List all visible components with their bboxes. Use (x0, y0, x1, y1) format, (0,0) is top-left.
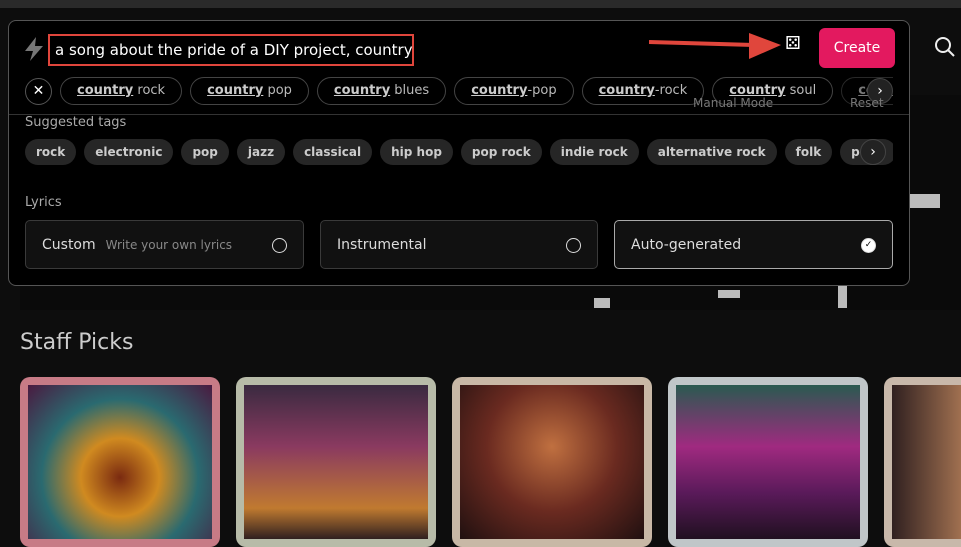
style-chip[interactable]: country pop (190, 77, 309, 105)
bg-bar (594, 298, 610, 308)
lyrics-label: Lyrics (25, 195, 62, 210)
option-label: Custom (42, 236, 96, 253)
lyrics-custom-option[interactable]: Custom Write your own lyrics (25, 220, 304, 269)
tag[interactable]: pop (181, 139, 229, 165)
style-chip[interactable]: country-rock (581, 77, 705, 105)
create-button[interactable]: Create (819, 28, 895, 68)
staff-pick-card[interactable] (20, 377, 220, 547)
lightning-icon (25, 37, 43, 61)
chip-bold: country (598, 83, 655, 98)
tag[interactable]: classical (293, 139, 373, 165)
option-label: Auto-generated (631, 236, 742, 253)
tag[interactable]: indie rock (549, 139, 639, 165)
tag[interactable]: jazz (236, 139, 286, 165)
style-chip[interactable]: country-pop (454, 77, 574, 105)
card-artwork (244, 385, 428, 539)
tag[interactable]: pop rock (460, 139, 542, 165)
chip-bold: country (333, 83, 391, 98)
tags-next-chevron-icon[interactable]: › (860, 139, 886, 165)
search-icon[interactable] (934, 36, 956, 58)
tag[interactable]: folk (784, 139, 833, 165)
chip-rest: -rock (654, 83, 688, 98)
prompt-input[interactable]: a song about the pride of a DIY project,… (48, 34, 414, 66)
chip-bold: country (207, 83, 264, 98)
chip-rest: blues (390, 83, 430, 98)
option-label: Instrumental (337, 236, 427, 253)
tag[interactable]: alternative rock (646, 139, 777, 165)
tag[interactable]: electronic (84, 139, 174, 165)
card-artwork (676, 385, 860, 539)
check-radio-icon[interactable]: ✓ (861, 238, 876, 253)
card-artwork (892, 385, 961, 539)
annotation-arrow (649, 33, 781, 59)
staff-pick-card[interactable] (236, 377, 436, 547)
style-chip[interactable]: country rock (60, 77, 183, 105)
chip-rest: soul (785, 83, 817, 98)
chip-rest: pop (263, 83, 292, 98)
staff-picks-heading: Staff Picks (20, 330, 134, 355)
style-chip[interactable]: country blues (316, 77, 447, 105)
card-artwork (28, 385, 212, 539)
suggested-tags: rock electronic pop jazz classical hip h… (25, 139, 893, 165)
chip-bold: country (471, 83, 528, 98)
option-sub: Write your own lyrics (105, 237, 233, 252)
chip-bold: country (77, 83, 134, 98)
bg-bar (908, 194, 940, 208)
top-bar (0, 0, 961, 8)
tag[interactable]: rock (25, 139, 77, 165)
dice-random-icon[interactable]: ⚄ (785, 33, 801, 54)
radio-icon[interactable] (566, 238, 581, 253)
staff-pick-card[interactable] (452, 377, 652, 547)
staff-pick-card[interactable] (668, 377, 868, 547)
chip-rest: -pop (527, 83, 557, 98)
bg-bar (718, 290, 740, 298)
bg-bar (838, 286, 847, 308)
reset-label: Reset (850, 96, 884, 110)
lyrics-auto-option[interactable]: Auto-generated ✓ (614, 220, 893, 269)
chip-rest: rock (133, 83, 166, 98)
staff-pick-card[interactable] (884, 377, 961, 547)
lyrics-instrumental-option[interactable]: Instrumental (320, 220, 598, 269)
clear-close-icon[interactable]: ✕ (25, 77, 52, 105)
radio-icon[interactable] (272, 238, 287, 253)
card-artwork (460, 385, 644, 539)
tag[interactable]: hip hop (380, 139, 453, 165)
manual-mode-label: Manual Mode (693, 96, 774, 110)
suggested-tags-label: Suggested tags (25, 115, 127, 130)
divider (9, 114, 909, 115)
create-dialog: a song about the pride of a DIY project,… (8, 20, 910, 286)
